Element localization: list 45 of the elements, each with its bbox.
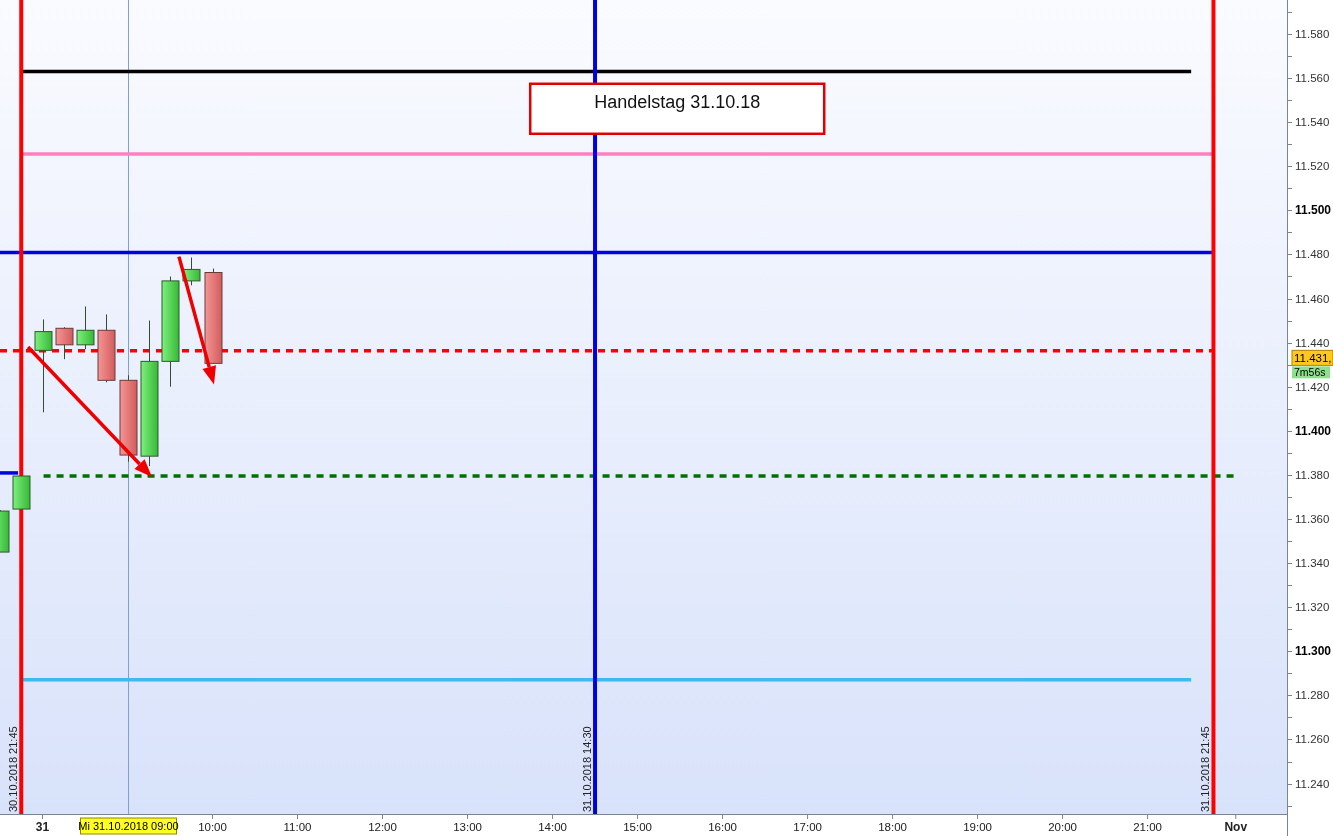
axis-label: 16:00 (708, 821, 737, 833)
axis-label: 11.280 (1295, 689, 1330, 702)
axis-label: 11.320 (1295, 601, 1330, 614)
countdown-timer: 7m56s (1292, 366, 1330, 379)
axis-label: 11.480 (1295, 248, 1330, 261)
axis-label: 19:00 (963, 821, 992, 833)
axis-label: 11.440 (1295, 336, 1330, 349)
price-line (0, 471, 19, 475)
axis-label: 11.500 (1295, 203, 1332, 218)
axis-label: 31 (35, 820, 50, 834)
axis-label: 11.580 (1295, 27, 1330, 40)
time-line-label: 30.10.2018 21:45 (7, 726, 20, 812)
axis-label: 21:00 (1133, 821, 1162, 833)
candlestick (55, 326, 74, 360)
axis-label: 11:00 (283, 821, 312, 833)
axis-label: 15:00 (623, 821, 652, 833)
axis-label: 11.340 (1295, 557, 1330, 570)
axis-label: 11.460 (1295, 292, 1330, 305)
axis-label: 11.420 (1295, 380, 1330, 393)
candlestick (182, 257, 201, 286)
axis-label: 17:00 (793, 821, 822, 833)
price-marker: 11.431, (1291, 349, 1333, 366)
axis-label: Nov (1224, 820, 1248, 834)
axis-label: 12:00 (368, 821, 397, 833)
time-line-label: 31.10.2018 14:30 (581, 726, 594, 812)
candlestick (97, 313, 116, 383)
axis-label: 11.300 (1295, 644, 1332, 659)
axis-label: 11.540 (1295, 116, 1330, 129)
time-line-label: 31.10.2018 21:45 (1199, 726, 1212, 812)
axis-label: 11.240 (1295, 777, 1330, 790)
candlestick (76, 305, 95, 350)
axis-label: 14:00 (538, 821, 567, 833)
axis-label: 10:00 (198, 821, 227, 833)
axis-label: 13:00 (453, 821, 482, 833)
axis-label: 11.560 (1295, 72, 1330, 85)
axis-label: 11.260 (1295, 733, 1330, 746)
axis-label: 18:00 (878, 821, 907, 833)
axis-label: 11.380 (1295, 468, 1330, 481)
axis-label: 20:00 (1048, 821, 1077, 833)
axis-label: 11.400 (1295, 423, 1332, 438)
candlestick (0, 509, 10, 553)
candlestick (12, 475, 31, 510)
annotation-text: Handelstag 31.10.18 (594, 91, 761, 112)
axis-label: 11.520 (1295, 160, 1330, 173)
axis-label: 11.360 (1295, 513, 1330, 525)
